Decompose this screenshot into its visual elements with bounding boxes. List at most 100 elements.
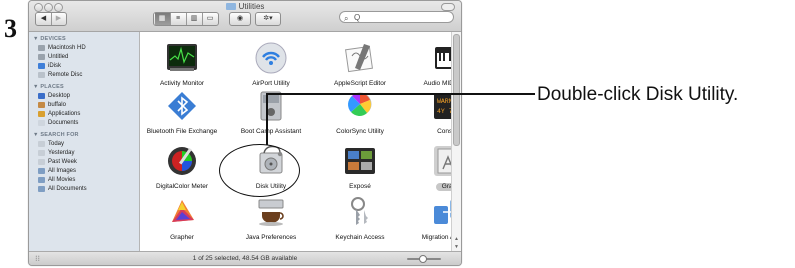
smart-folder-icon (38, 177, 45, 183)
sidebar-heading: ▼ PLACES (33, 84, 64, 90)
app-label: Exposé (349, 183, 371, 190)
sidebar-item[interactable]: Remote Disc (29, 71, 139, 80)
sidebar-heading: ▼ SEARCH FOR (33, 132, 79, 138)
sidebar-item-label: Desktop (48, 93, 71, 99)
search-placeholder: Q (354, 13, 361, 22)
java-icon[interactable] (253, 194, 289, 230)
window-title: Utilities (238, 2, 265, 11)
app-item[interactable]: Java Preferences (227, 194, 315, 242)
sidebar-item[interactable]: All Images (29, 167, 139, 176)
sidebar: ▼ DEVICES Macintosh HD Untitled iDisk Remote… (29, 32, 140, 252)
scroll-down-arrow-icon[interactable]: ▼ (454, 244, 459, 250)
sidebar-item[interactable]: Today (29, 140, 139, 149)
cover-flow-icon[interactable]: ▭ (203, 13, 218, 25)
sidebar-item[interactable]: All Movies (29, 176, 139, 185)
app-item[interactable]: Keychain Access (316, 194, 404, 242)
sidebar-item[interactable]: All Documents (29, 185, 139, 194)
sidebar-item-label: Untitled (48, 54, 69, 60)
app-item[interactable]: DigitalColor Meter (138, 143, 226, 191)
finder-window: Utilities ◀ ▶ ▦ ≡ ▥ ▭ ◉ ✲▾ ⌕ Q ▼ DEVICES Maci… (28, 0, 462, 266)
home-icon (38, 102, 45, 108)
sidebar-item-label: Today (48, 141, 65, 147)
app-label: AppleScript Editor (333, 80, 387, 87)
idisk-icon (38, 63, 45, 69)
sidebar-item-label: All Documents (48, 186, 87, 192)
sidebar-item[interactable]: iDisk (29, 62, 139, 71)
title-bar: Utilities ◀ ▶ ▦ ≡ ▥ ▭ ◉ ✲▾ ⌕ Q (29, 1, 461, 32)
clock-icon (38, 150, 45, 156)
sidebar-item-label: buffalo (48, 102, 66, 108)
sidebar-item[interactable]: Past Week (29, 158, 139, 167)
sidebar-resize-icon[interactable]: ⁝⁝ (35, 252, 40, 265)
scrollbar-thumb[interactable] (453, 34, 460, 146)
app-item[interactable]: Bluetooth File Exchange (138, 88, 226, 136)
hard-disk-icon (38, 54, 45, 60)
sidebar-item-label: iDisk (48, 63, 61, 69)
forward-arrow-icon[interactable]: ▶ (52, 13, 66, 25)
activity-monitor-icon[interactable] (164, 40, 200, 76)
toolbar-toggle-button[interactable] (441, 3, 455, 11)
column-view-icon[interactable]: ▥ (187, 13, 203, 25)
smart-folder-icon (38, 168, 45, 174)
grapher-icon[interactable] (164, 194, 200, 230)
keychain-icon[interactable] (342, 194, 378, 230)
search-input[interactable]: ⌕ Q (339, 11, 454, 23)
app-label: Boot Camp Assistant (240, 128, 302, 135)
sidebar-item[interactable]: Macintosh HD (29, 44, 139, 53)
app-item[interactable]: ColorSync Utility (316, 88, 404, 136)
sidebar-item[interactable]: Documents (29, 119, 139, 128)
sidebar-item-label: Macintosh HD (48, 45, 86, 51)
view-mode-buttons[interactable]: ▦ ≡ ▥ ▭ (153, 12, 219, 26)
sidebar-item[interactable]: Applications (29, 110, 139, 119)
app-label: Bluetooth File Exchange (146, 128, 218, 135)
sidebar-item-label: Applications (48, 111, 81, 117)
search-icon: ⌕ (344, 14, 349, 23)
remote-disc-icon (38, 72, 45, 78)
app-item[interactable]: Boot Camp Assistant (227, 88, 315, 136)
back-forward-buttons[interactable]: ◀ ▶ (35, 12, 67, 26)
expose-icon[interactable] (342, 143, 378, 179)
app-item[interactable]: AppleScript Editor (316, 40, 404, 88)
callout-line-vertical (266, 93, 268, 145)
scroll-up-arrow-icon[interactable]: ▲ (454, 236, 459, 242)
quick-look-button[interactable]: ◉ (229, 12, 251, 26)
app-label: ColorSync Utility (336, 128, 384, 135)
app-label: AirPort Utility (252, 80, 290, 87)
slider-knob[interactable] (419, 255, 427, 263)
callout-text: Double-click Disk Utility. (537, 84, 739, 105)
clock-icon (38, 141, 45, 147)
app-item[interactable]: AirPort Utility (227, 40, 315, 88)
bluetooth-icon[interactable] (164, 88, 200, 124)
app-label: Grapher (170, 234, 194, 241)
icon-size-slider[interactable] (407, 255, 441, 263)
list-view-icon[interactable]: ≡ (171, 13, 187, 25)
callout-line-horizontal (266, 93, 535, 95)
step-number: 3 (4, 14, 17, 43)
airport-utility-icon[interactable] (253, 40, 289, 76)
action-menu-button[interactable]: ✲▾ (255, 12, 281, 26)
app-item[interactable]: Exposé (316, 143, 404, 191)
icon-view-icon[interactable]: ▦ (154, 13, 171, 25)
eye-icon: ◉ (236, 15, 244, 22)
sidebar-item[interactable]: buffalo (29, 101, 139, 110)
back-arrow-icon[interactable]: ◀ (37, 13, 52, 25)
documents-icon (38, 120, 45, 126)
vertical-scrollbar[interactable]: ▲ ▼ (451, 32, 461, 252)
sidebar-item[interactable]: Desktop (29, 92, 139, 101)
sidebar-item[interactable]: Yesterday (29, 149, 139, 158)
smart-folder-icon (38, 186, 45, 192)
app-item[interactable]: Activity Monitor (138, 40, 226, 88)
sidebar-heading: ▼ DEVICES (33, 36, 66, 42)
sidebar-item-label: Yesterday (48, 150, 75, 156)
digitalcolor-meter-icon[interactable] (164, 143, 200, 179)
applications-icon (38, 111, 45, 117)
status-bar: ⁝⁝ 1 of 25 selected, 48.54 GB available (29, 251, 461, 265)
sidebar-item[interactable]: Untitled (29, 53, 139, 62)
sidebar-item-label: Remote Disc (48, 72, 83, 78)
applescript-editor-icon[interactable] (342, 40, 378, 76)
app-label: Keychain Access (335, 234, 385, 241)
app-label: Java Preferences (245, 234, 297, 241)
sidebar-item-label: All Movies (48, 177, 76, 183)
app-item[interactable]: Grapher (138, 194, 226, 242)
sidebar-item-label: Documents (48, 120, 79, 126)
